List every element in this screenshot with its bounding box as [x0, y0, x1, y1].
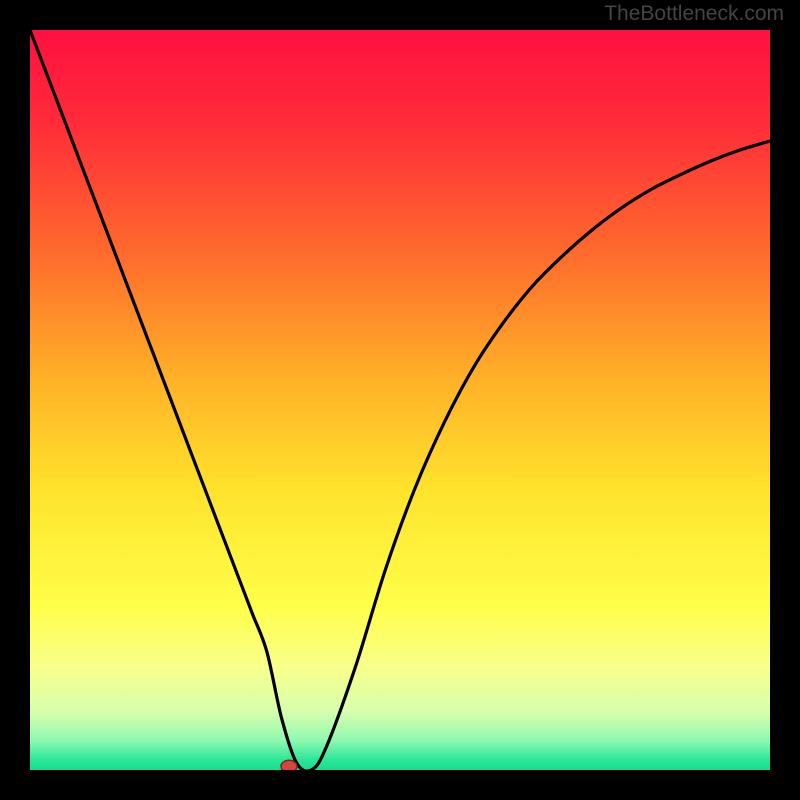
- plot-background: [30, 30, 770, 770]
- watermark-text: TheBottleneck.com: [604, 2, 784, 26]
- chart-svg: [0, 0, 800, 800]
- chart-container: TheBottleneck.com: [0, 0, 800, 800]
